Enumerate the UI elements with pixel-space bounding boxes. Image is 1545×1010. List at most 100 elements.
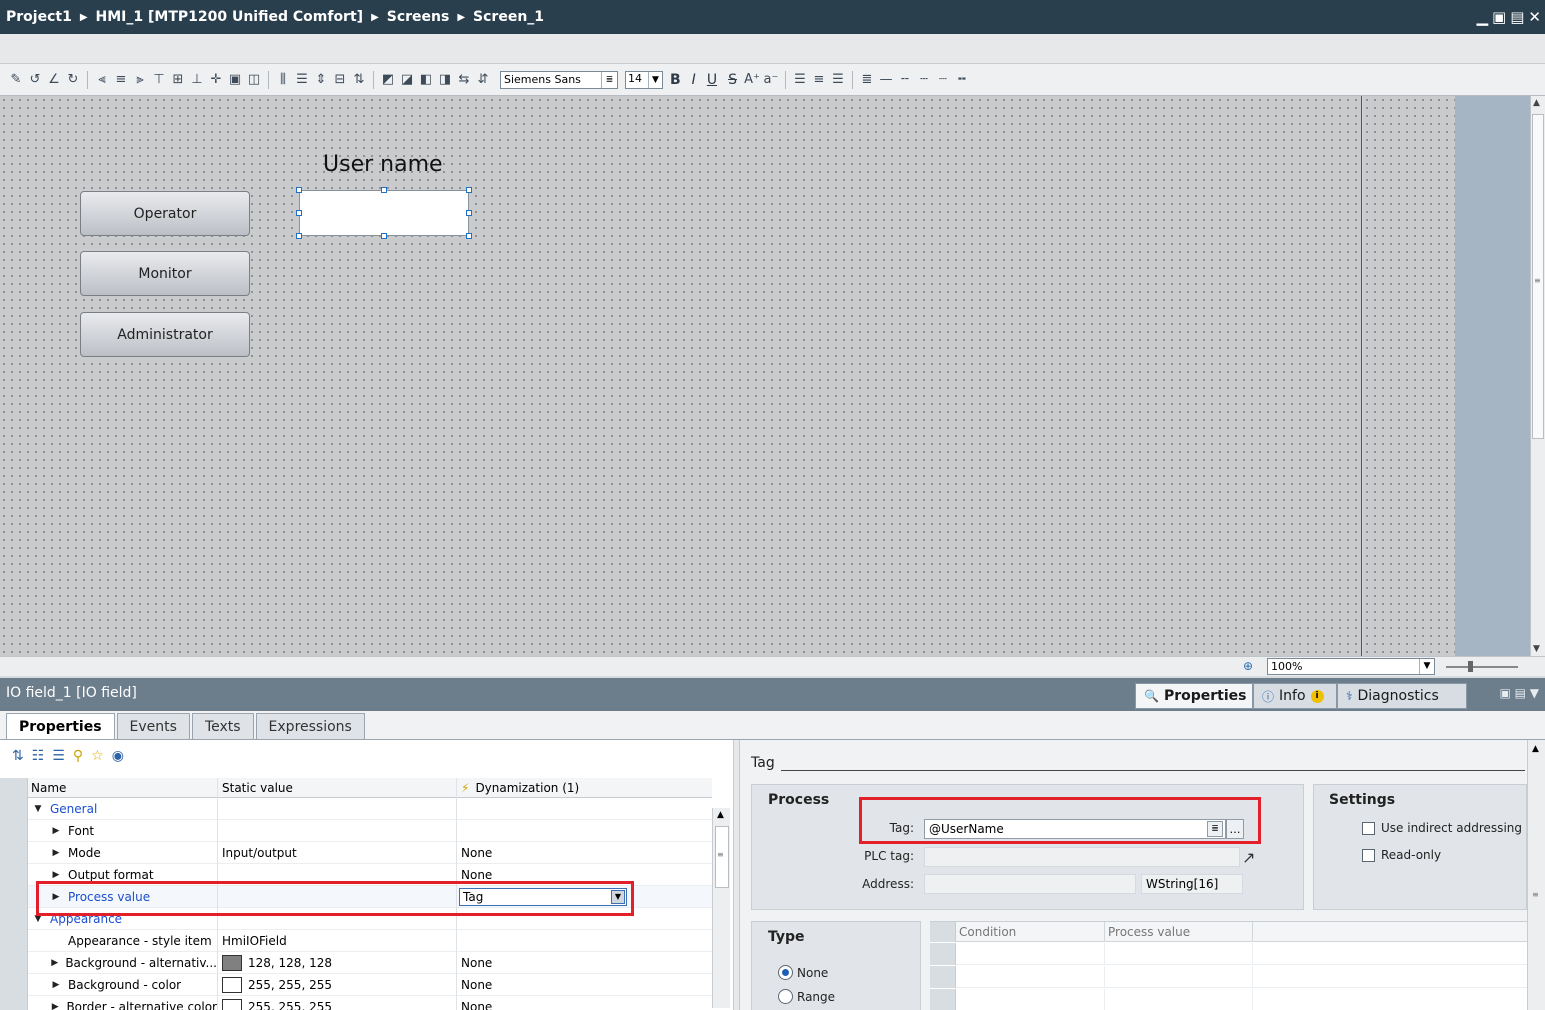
font-grow-icon[interactable]: A⁺: [744, 72, 760, 88]
distribute-v-icon[interactable]: ☰: [294, 72, 310, 88]
resize-handle[interactable]: [381, 233, 387, 239]
line-dash-icon[interactable]: ╌: [897, 72, 913, 88]
tab-diagnostics[interactable]: ⚕ Diagnostics: [1337, 683, 1467, 709]
collapsed-icon[interactable]: ▶: [50, 848, 62, 858]
space-icon[interactable]: ⇕: [313, 72, 329, 88]
row-dyn[interactable]: None: [457, 952, 627, 974]
scroll-down-icon[interactable]: ▼: [1533, 644, 1540, 654]
resize-handle[interactable]: [296, 187, 302, 193]
type-none-option[interactable]: None: [778, 965, 828, 980]
process-value-cell[interactable]: [1105, 966, 1253, 987]
strikethrough-button[interactable]: S: [728, 72, 737, 88]
align-center-icon[interactable]: ≡: [113, 72, 129, 88]
chevron-down-icon[interactable]: ▼: [648, 71, 662, 88]
line-dashdot-icon[interactable]: ┈: [935, 72, 951, 88]
line-solid-icon[interactable]: —: [878, 72, 894, 88]
resize-handle[interactable]: [466, 210, 472, 216]
subtab-expressions[interactable]: Expressions: [255, 713, 365, 739]
distribute-h-icon[interactable]: ⫼: [275, 72, 291, 88]
username-label[interactable]: User name: [323, 152, 443, 177]
table-row[interactable]: Appearance - style item HmiIOField: [0, 929, 712, 952]
font-shrink-icon[interactable]: a⁻: [763, 72, 779, 88]
type-range-option[interactable]: Range: [778, 989, 835, 1004]
text-align-center-icon[interactable]: ≡: [811, 72, 827, 88]
row-static-cell[interactable]: 255, 255, 255: [218, 973, 457, 996]
tab-order-icon[interactable]: ⇆: [456, 72, 472, 88]
same-size-icon[interactable]: ▣: [227, 72, 243, 88]
rotate-right-icon[interactable]: ↻: [65, 72, 81, 88]
property-grid-scrollbar[interactable]: ▲ ≡: [712, 808, 730, 1008]
breadcrumb-screens[interactable]: Screens: [387, 9, 450, 25]
expand-all-icon[interactable]: ☷: [32, 748, 45, 764]
condition-cell[interactable]: [956, 989, 1105, 1010]
row-static[interactable]: Input/output: [218, 841, 457, 864]
screen-canvas[interactable]: Operator Monitor Administrator User name: [0, 96, 1362, 656]
table-row[interactable]: ▶ Background - alternativ... 128, 128, 1…: [0, 951, 712, 974]
row-dyn[interactable]: None: [457, 974, 627, 996]
process-value-cell[interactable]: [1105, 943, 1253, 964]
read-only-option[interactable]: Read-only: [1362, 848, 1441, 862]
breadcrumb-device[interactable]: HMI_1 [MTP1200 Unified Comfort]: [96, 9, 364, 25]
tag-panel-scrollbar[interactable]: ▲ ≡: [1527, 740, 1545, 1010]
favorite-icon[interactable]: ☆: [91, 748, 104, 764]
resize-handle[interactable]: [466, 233, 472, 239]
resize-handle[interactable]: [381, 187, 387, 193]
text-align-left-icon[interactable]: ☰: [792, 72, 808, 88]
backward-icon[interactable]: ◨: [437, 72, 453, 88]
tab-info[interactable]: ⓘ Info i: [1253, 683, 1337, 709]
row-static-cell[interactable]: 255, 255, 255: [218, 995, 457, 1010]
resize-handle[interactable]: [296, 233, 302, 239]
process-value-cell[interactable]: [1105, 989, 1253, 1010]
collapsed-icon[interactable]: ▶: [50, 980, 62, 990]
line-dot-icon[interactable]: ┄: [916, 72, 932, 88]
line-width-icon[interactable]: ≣: [859, 72, 875, 88]
align-bottom-icon[interactable]: ⊥: [189, 72, 205, 88]
same-width-icon[interactable]: ◫: [246, 72, 262, 88]
collapsed-icon[interactable]: ▶: [50, 958, 59, 968]
underline-button[interactable]: U: [707, 72, 717, 88]
row-dyn[interactable]: None: [457, 842, 627, 864]
font-list-icon[interactable]: ≣: [601, 71, 617, 88]
io-field-selected[interactable]: [299, 190, 469, 236]
align-left-icon[interactable]: ⫷: [94, 72, 110, 88]
filter-icon[interactable]: ⚲: [73, 748, 83, 764]
type-none-radio[interactable]: [778, 965, 793, 980]
condition-cell[interactable]: [956, 966, 1105, 987]
monitor-button[interactable]: Monitor: [80, 251, 250, 296]
row-dyn[interactable]: None: [457, 996, 627, 1010]
header-dynamization[interactable]: ⚡ Dynamization (1): [457, 778, 627, 798]
header-name[interactable]: Name: [28, 777, 218, 798]
forward-icon[interactable]: ◧: [418, 72, 434, 88]
header-condition[interactable]: Condition: [956, 922, 1105, 942]
zoom-icon[interactable]: ⊕: [1243, 659, 1253, 673]
font-size-select[interactable]: 14 ▼: [625, 70, 663, 89]
zoom-select[interactable]: 100% ▼: [1267, 658, 1435, 675]
order-icon[interactable]: ⇅: [351, 72, 367, 88]
indirect-addressing-option[interactable]: Use indirect addressing: [1362, 821, 1522, 835]
rotate-angle-icon[interactable]: ∠: [46, 72, 62, 88]
operator-button[interactable]: Operator: [80, 191, 250, 236]
font-family-select[interactable]: Siemens Sans ≣: [500, 70, 618, 89]
header-static-value[interactable]: Static value: [218, 777, 457, 798]
rotate-left-icon[interactable]: ↺: [27, 72, 43, 88]
subtab-events[interactable]: Events: [116, 713, 190, 739]
collapsed-icon[interactable]: ▶: [50, 870, 62, 880]
table-row[interactable]: [930, 943, 1527, 965]
collapsed-icon[interactable]: ▶: [50, 1002, 60, 1010]
table-row[interactable]: ▶ Mode Input/output None: [0, 841, 712, 864]
condition-cell[interactable]: [956, 943, 1105, 964]
resize-handle[interactable]: [296, 210, 302, 216]
navigate-arrow-icon[interactable]: ↗: [1242, 848, 1255, 867]
row-static-cell[interactable]: 128, 128, 128: [218, 951, 457, 974]
paint-icon[interactable]: ✎: [8, 72, 24, 88]
text-align-right-icon[interactable]: ☰: [830, 72, 846, 88]
align-middle-icon[interactable]: ⊞: [170, 72, 186, 88]
read-only-checkbox[interactable]: [1362, 848, 1375, 862]
collapsed-icon[interactable]: ▶: [50, 826, 62, 836]
layer-icon[interactable]: ⇵: [475, 72, 491, 88]
restore-icon[interactable]: ▣: [1492, 8, 1506, 26]
table-row[interactable]: ▼ General: [0, 797, 712, 820]
scroll-up-icon[interactable]: ▲: [1532, 744, 1539, 754]
subtab-texts[interactable]: Texts: [191, 713, 254, 739]
align-top-icon[interactable]: ⊤: [151, 72, 167, 88]
